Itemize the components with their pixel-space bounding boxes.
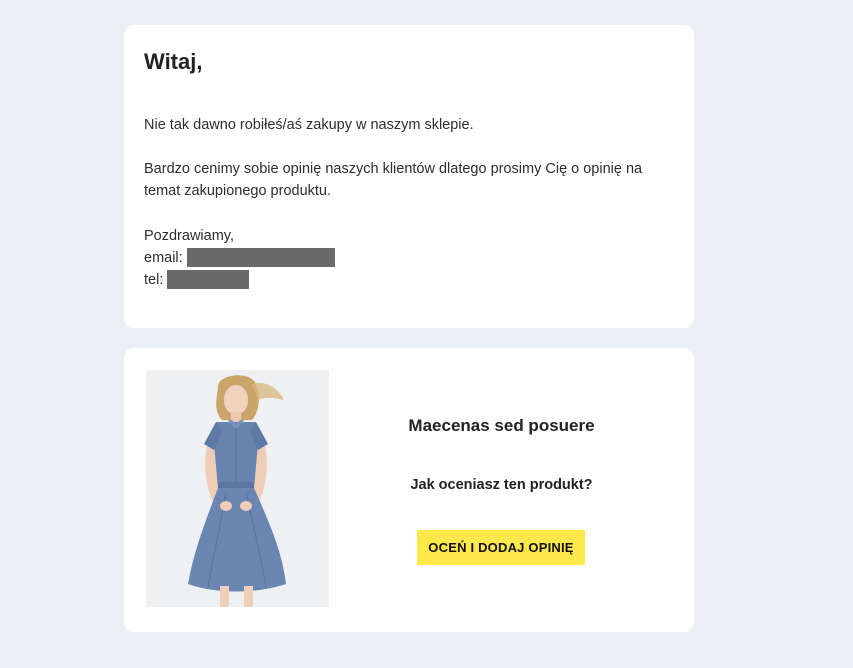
product-image[interactable] <box>146 370 329 607</box>
greeting-heading: Witaj, <box>144 49 203 74</box>
redacted-email <box>186 247 335 267</box>
product-name: Maecenas sed posuere <box>408 416 595 435</box>
closing-text: Pozdrawiamy, <box>144 228 234 244</box>
redacted-tel <box>167 269 250 289</box>
dress-model-illustration <box>146 370 329 607</box>
rate-and-review-button[interactable]: OCEŃ I DODAJ OPINIĘ <box>417 530 585 565</box>
signature-block: Pozdrawiamy, email: tel: <box>144 225 674 291</box>
email-label: email: <box>144 250 183 266</box>
email-line: email: <box>144 247 674 269</box>
product-card: Maecenas sed posuere Jak oceniasz ten pr… <box>124 348 694 632</box>
rating-question: Jak oceniasz ten produkt? <box>410 477 593 493</box>
message-card: Witaj, Nie tak dawno robiłeś/aś zakupy w… <box>124 25 694 328</box>
tel-line: tel: <box>144 269 674 291</box>
message-paragraph-1: Nie tak dawno robiłeś/aś zakupy w naszym… <box>144 117 474 133</box>
tel-label: tel: <box>144 272 164 288</box>
message-paragraph-2: Bardzo cenimy sobie opinię naszych klien… <box>144 161 643 199</box>
